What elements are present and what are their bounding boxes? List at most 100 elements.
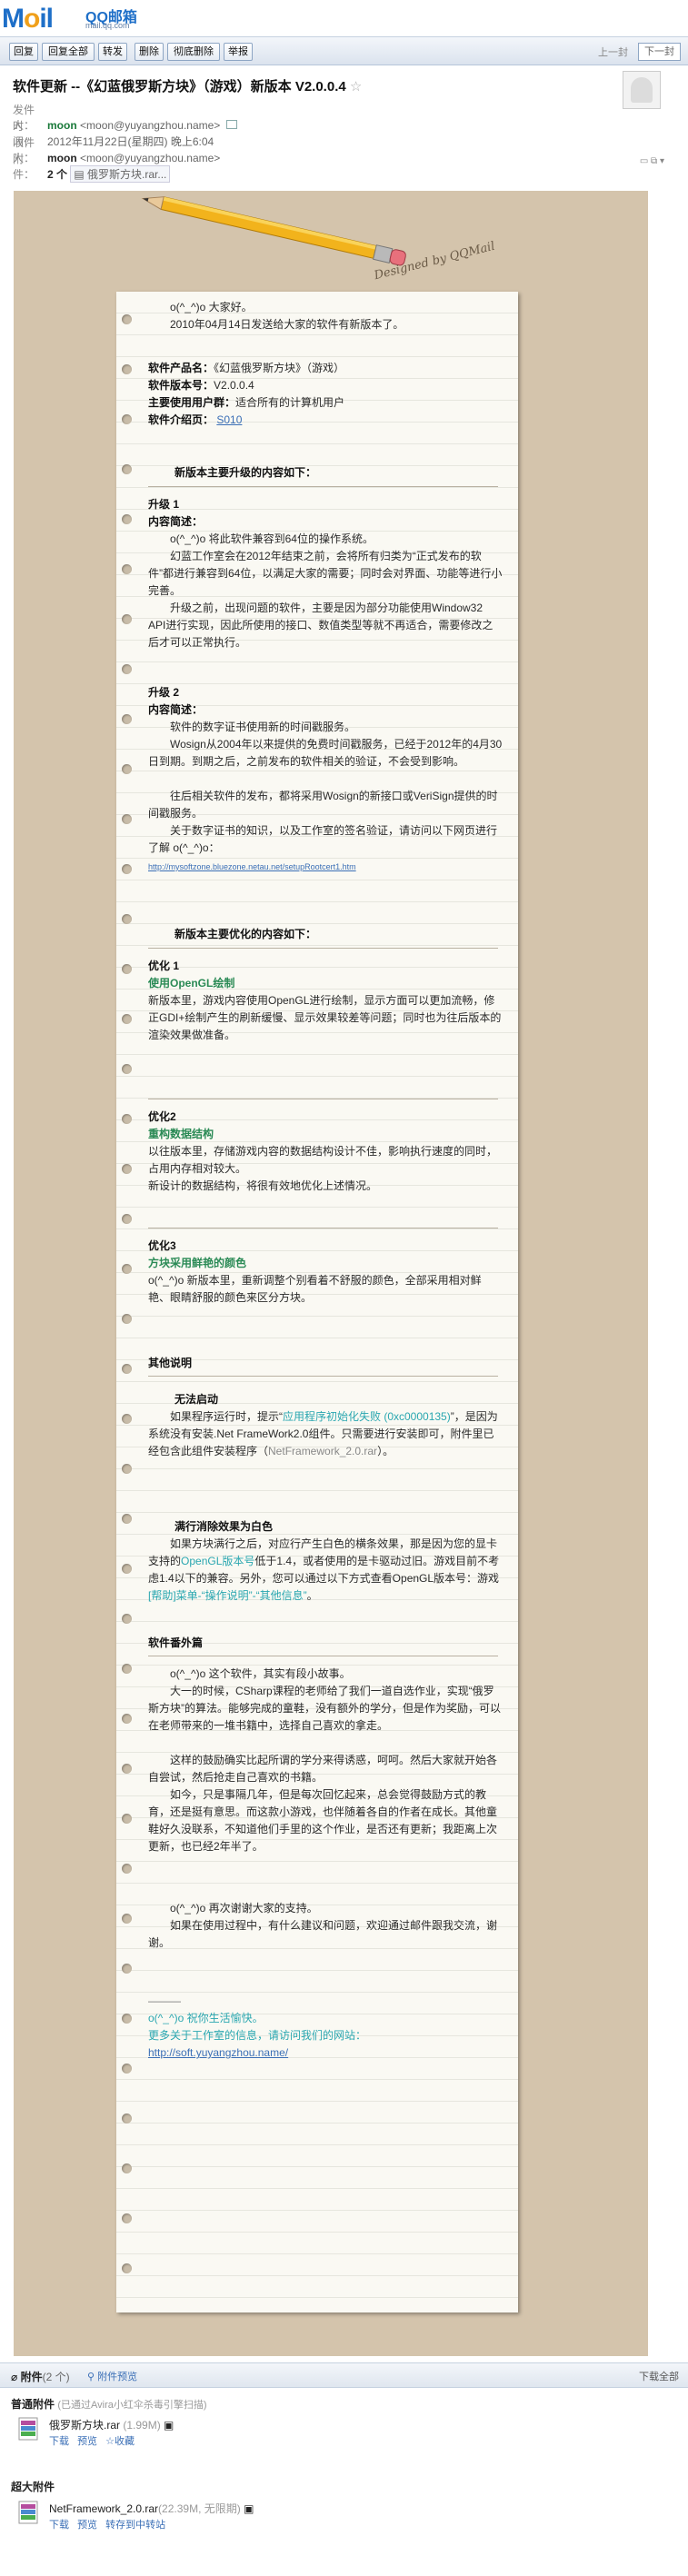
other-notes-title: 其他说明 [148,1357,193,1369]
extra-p4: 如今，只是事隔几年，但是每次回忆起来，总会觉得鼓励方式的教育，还是挺有意思。而这… [148,1788,498,1853]
binder-hole [122,714,132,724]
binder-hole [122,2163,132,2173]
binder-hole [122,2213,132,2223]
greeting: o(^_^)o 大家好。 [170,301,253,313]
binder-hole [122,314,132,324]
mail-body-frame: o(^_^)o 大家好。 2010年04月14日发送给大家的软件有新版本了。 软… [14,191,648,2356]
binder-hole [122,1714,132,1724]
binder-hole [122,2014,132,2024]
brand-url: mail.qq.com [85,21,130,30]
binder-hole [122,1314,132,1324]
upgrade-1-p3: 升级之前，出现问题的软件，主要是因为部分功能使用Window32 API进行实现… [148,602,494,649]
contact-line: 如果在使用过程中，有什么建议和问题，欢迎通过邮件跟我交流，谢谢。 [148,1919,498,1949]
extra-p2: 大一的时候，CSharp课程的老师给了我们一道自选作业，实现“俄罗斯方块”的算法… [148,1685,501,1732]
attachment-2-name[interactable]: NetFramework_2.0.rar(22.39M, 无限期) ▣ [49,2501,254,2516]
permanent-delete-button[interactable]: 彻底删除 [167,43,220,61]
signature-line-2: 更多关于工作室的信息，请访问我们的网站： [148,2029,367,2042]
signature-separator: ——— [148,1994,181,2007]
preview-all-link[interactable]: ⚲ 附件预览 [87,2369,137,2383]
save-to-transfer-link[interactable]: 转存到中转站 [105,2520,165,2531]
optimize-2-p1: 以往版本里，存储游戏内容的数据结构设计不佳，影响执行速度的同时，占用内存相对较大… [148,1145,498,1175]
binder-hole [122,2114,132,2123]
attachment-1-actions: 下载 预览 ☆收藏 [49,2433,145,2448]
website-link[interactable]: http://soft.yuyangzhou.name/ [148,2044,503,2062]
contact-card-icon[interactable] [225,120,237,129]
intro-page-row: 软件介绍页： S010 [148,413,243,426]
reply-button[interactable]: 回复 [9,43,38,61]
forward-button[interactable]: 转发 [98,43,127,61]
file-info-icon[interactable]: ▣ [164,2419,174,2432]
mail-subject: 软件更新 --《幻蓝俄罗斯方块》（游戏）新版本 V2.0.0.4 ☆ [13,76,362,95]
new-window-icon[interactable]: ⧉ [651,156,657,166]
binder-hole [122,1614,132,1624]
binder-hole [122,1414,132,1424]
divider [148,486,498,487]
preview-link[interactable]: 预览 [77,2520,97,2531]
binder-hole [122,1664,132,1674]
signature-line-1: o(^_^)o 祝你生活愉快。 [148,2012,264,2024]
binder-hole [122,1514,132,1524]
report-button[interactable]: 举报 [224,43,253,61]
reply-all-button[interactable]: 回复全部 [42,43,95,61]
delete-button[interactable]: 删除 [135,43,164,61]
pencil-icon [141,196,406,266]
download-link[interactable]: 下载 [49,2436,69,2447]
mail-toolbar: 回复 回复全部 转发 删除 彻底删除 举报 上一封 下一封 [0,36,688,65]
normal-attachments-group: 普通附件 (已通过Avira小红伞杀毒引擎扫描) [11,2398,207,2411]
binder-hole [122,1114,132,1124]
attachment-chip[interactable]: ▤ 俄罗斯方块.rar... [70,165,171,183]
binder-hole [122,814,132,824]
binder-hole [122,2064,132,2074]
user-group-row: 主要使用用户群：适合所有的计算机用户 [148,396,345,409]
sender-avatar[interactable] [623,71,661,109]
attachment-1-name[interactable]: 俄罗斯方块.rar (1.99M) ▣ [49,2417,174,2432]
more-icon[interactable]: ▾ [660,156,664,166]
white-row-title: 满行消除效果为白色 [174,1520,274,1533]
download-link[interactable]: 下载 [49,2520,69,2531]
optimize-3-p: o(^_^)o 新版本里，重新调整个别看着不舒服的颜色，全部采用相对鲜艳、眼睛舒… [148,1274,482,1304]
print-icon[interactable]: ▭ [640,156,648,166]
attachment-2-actions: 下载 预览 转存到中转站 [49,2517,171,2531]
optimize-2-p2: 新设计的数据结构，将很有效地优化上述情况。 [148,1179,378,1192]
optimize-3-subtitle: 方块采用鲜艳的颜色 [148,1257,247,1269]
notebook-paper: o(^_^)o 大家好。 2010年04月14日发送给大家的软件有新版本了。 软… [116,292,518,2312]
subject-text: 软件更新 --《幻蓝俄罗斯方块》（游戏）新版本 V2.0.0.4 [13,79,346,94]
next-mail-button[interactable]: 下一封 [638,43,681,61]
thanks-line: o(^_^)o 再次谢谢大家的支持。 [170,1902,318,1915]
optimize-2-subtitle: 重构数据结构 [148,1128,214,1140]
launch-fail-p: 如果程序运行时，提示“应用程序初始化失败 (0xc0000135)”，是因为系统… [148,1410,498,1457]
mail-logo[interactable]: Moil [2,4,54,35]
extra-title: 软件番外篇 [148,1636,204,1649]
binder-hole [122,514,132,524]
file-info-icon[interactable]: ▣ [244,2502,254,2515]
attachments-bar: ⌀ 附件(2 个) ⚲ 附件预览 下载全部 [0,2362,688,2388]
paperclip-icon: ⌀ [11,2371,18,2383]
binder-hole [122,964,132,974]
prev-mail-link[interactable]: 上一封 [598,45,628,59]
large-attachments-group: 超大附件 [11,2481,55,2493]
optimize-1-p: 新版本里，游戏内容使用OpenGL进行绘制，显示方面可以更加流畅，修正GDI+绘… [148,994,502,1041]
divider [148,948,498,949]
attachment-count[interactable]: 2 个 [47,168,67,181]
binder-hole [122,2263,132,2273]
upgrade-2-subtitle: 内容简述： [148,703,204,716]
optimize-1-subtitle: 使用OpenGL绘制 [148,977,235,990]
binder-hole [122,764,132,774]
certificate-link[interactable]: http://mysoftzone.bluezone.netau.net/set… [148,859,503,876]
binder-hole [122,1564,132,1574]
download-all-link[interactable]: 下载全部 [639,2369,679,2383]
upgrade-2-p3: 往后相关软件的发布，都将采用Wosign的新接口或VeriSign提供的时间戳服… [148,790,498,820]
attachments-title: ⌀ 附件(2 个) [11,2371,70,2383]
extra-p3: 这样的鼓励确实比起所谓的学分来得诱惑，呵呵。然后大家就开始各自尝试，然后抢走自己… [148,1754,498,1784]
binder-hole [122,1814,132,1824]
binder-hole [122,1764,132,1774]
star-icon[interactable]: ☆ [350,79,362,94]
binder-hole [122,464,132,474]
upgrade-2-title: 升级 2 [148,686,180,699]
binder-hole [122,1914,132,1924]
version-row: 软件版本号：V2.0.0.4 [148,379,254,392]
optimize-3-title: 优化3 [148,1239,176,1252]
intro-page-link[interactable]: S010 [216,413,242,426]
preview-link[interactable]: 预览 [77,2436,97,2447]
favorite-link[interactable]: ☆收藏 [105,2436,140,2447]
